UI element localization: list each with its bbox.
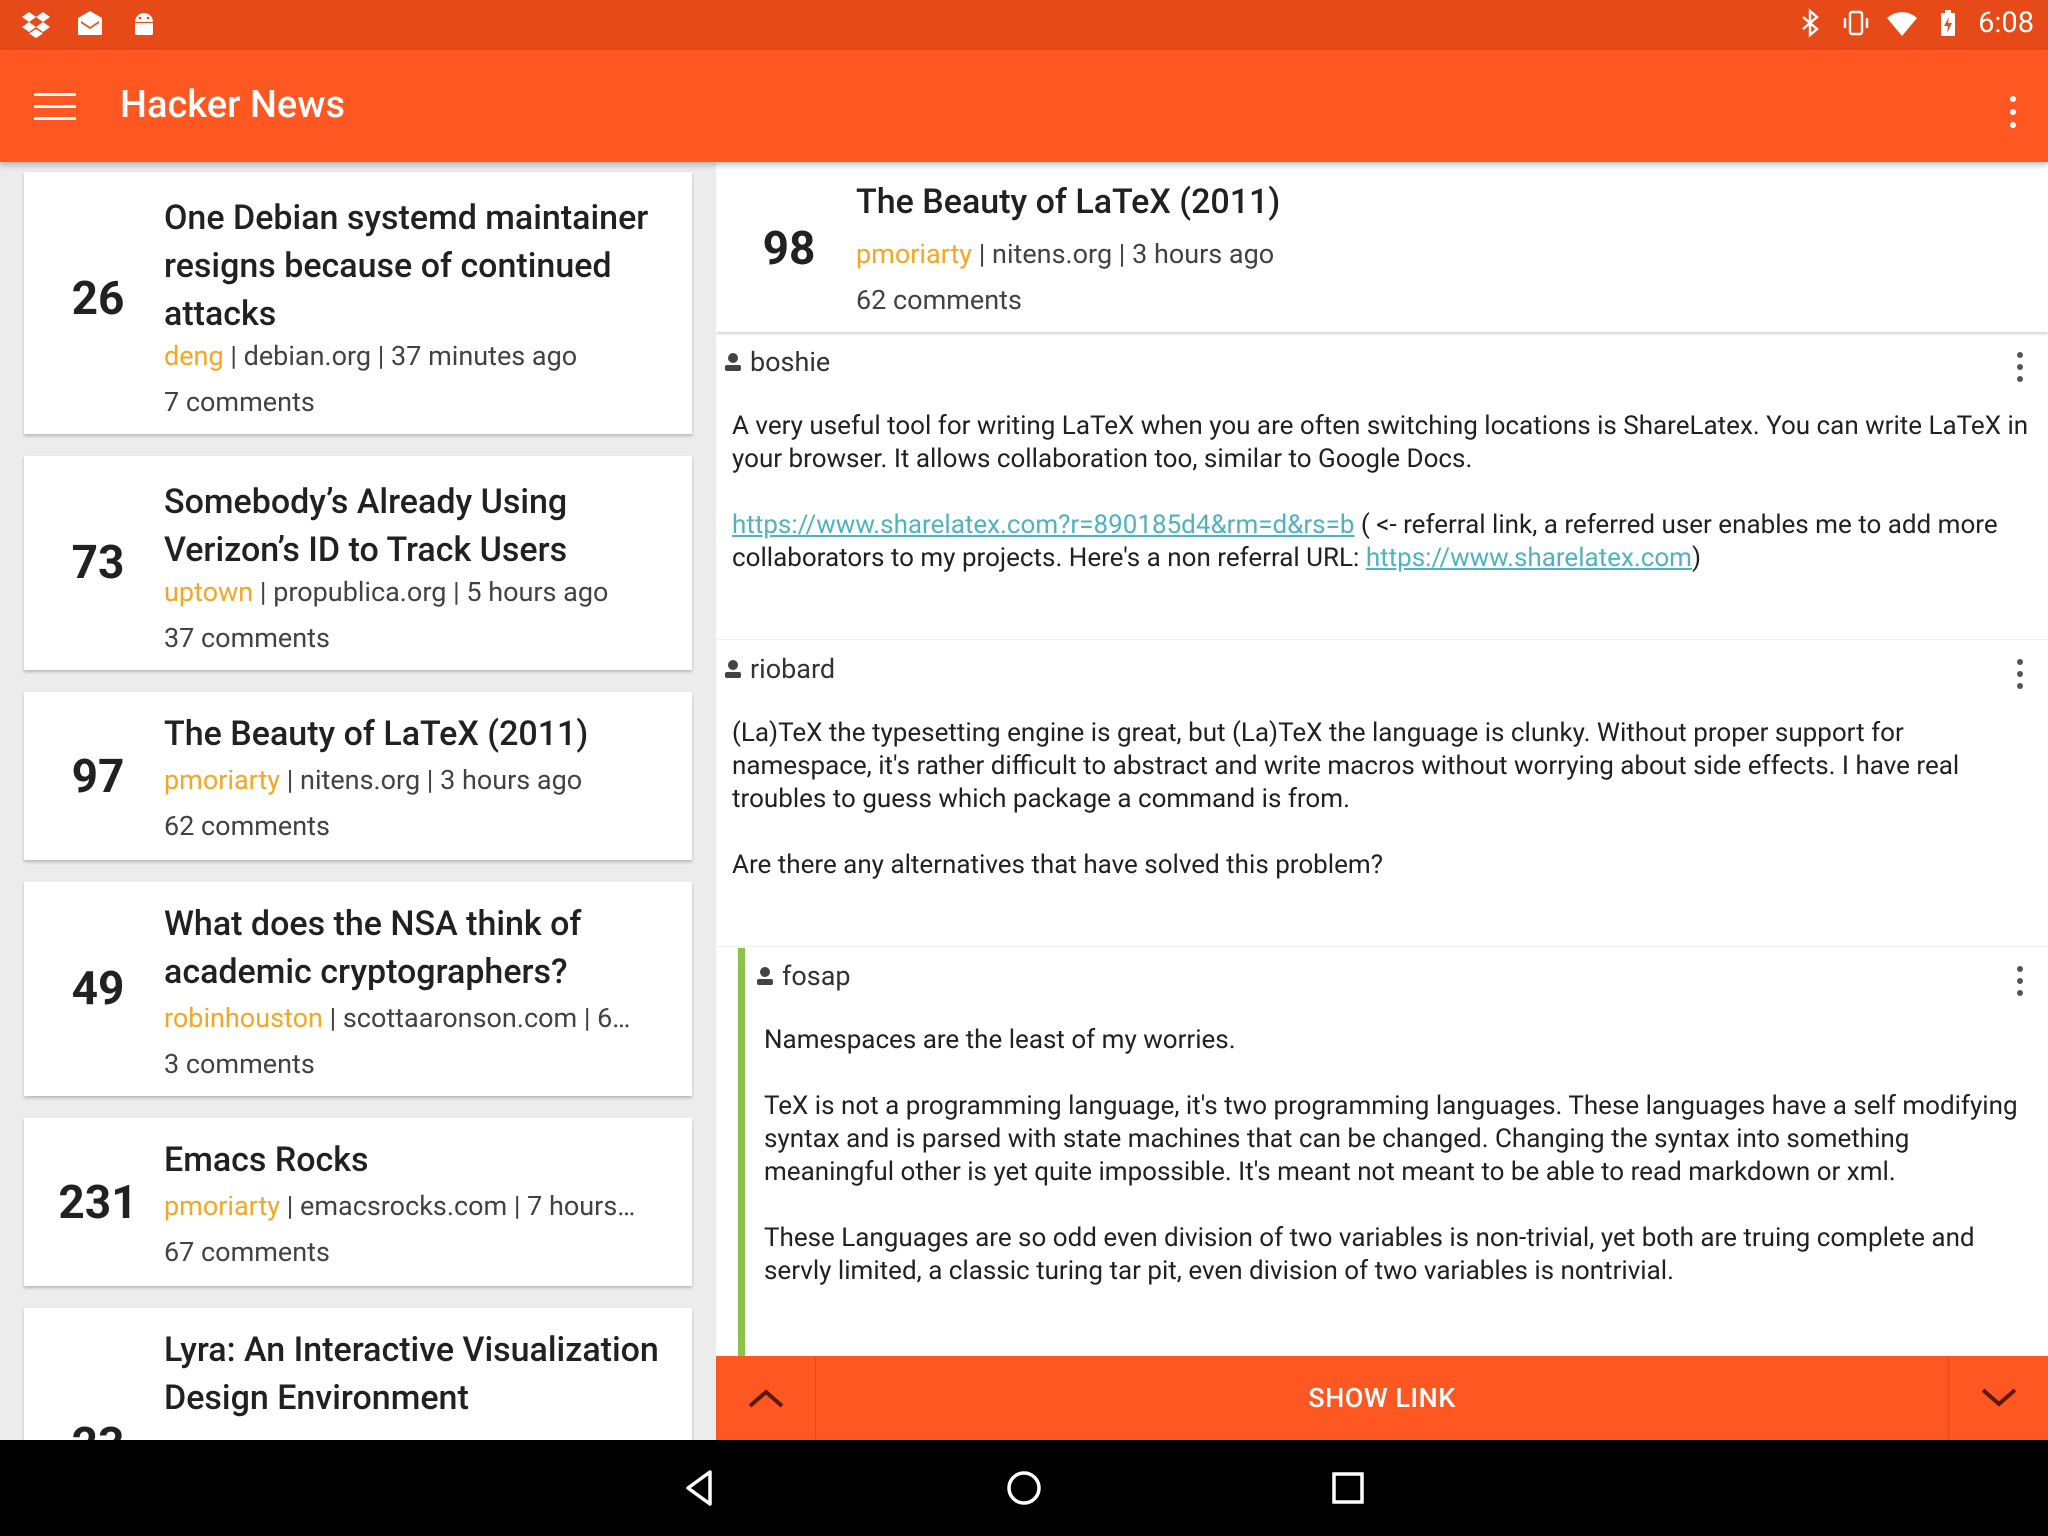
- story-author[interactable]: uptown: [164, 576, 253, 608]
- recents-icon[interactable]: [1324, 1464, 1372, 1512]
- story-detail-pane: 98 The Beauty of LaTeX (2011) pmoriarty …: [716, 162, 2048, 1440]
- home-icon[interactable]: [1000, 1464, 1048, 1512]
- story-author[interactable]: pmoriarty: [164, 764, 280, 796]
- vibrate-icon: [1843, 10, 1869, 36]
- detail-header[interactable]: 98 The Beauty of LaTeX (2011) pmoriarty …: [716, 162, 2048, 332]
- comment: riobard (La)TeX the typesetting engine i…: [716, 641, 2048, 947]
- battery-charging-icon: [1941, 10, 1956, 36]
- story-title: What does the NSA think of academic cryp…: [164, 904, 582, 992]
- story-author[interactable]: robinhouston: [164, 1002, 323, 1034]
- detail-action-bar: SHOW LINK: [716, 1356, 2048, 1440]
- comment-body: Namespaces are the least of my worries. …: [764, 1025, 2018, 1286]
- system-nav-bar: [0, 1440, 2048, 1536]
- story-score: 23: [24, 1418, 172, 1440]
- story-card[interactable]: 97 The Beauty of LaTeX (2011) pmoriarty …: [24, 692, 692, 860]
- comment-overflow-icon[interactable]: [2016, 966, 2024, 1002]
- detail-comment-count: 62 comments: [856, 284, 1022, 316]
- show-link-button[interactable]: SHOW LINK: [816, 1356, 1948, 1440]
- story-title: Somebody’s Already Using Verizon’s ID to…: [164, 482, 568, 570]
- story-meta: pmoriarty | nitens.org | 3 hours ago: [164, 764, 583, 796]
- user-icon: [757, 967, 773, 985]
- story-score: 26: [71, 272, 125, 326]
- story-author[interactable]: deng: [164, 340, 224, 372]
- bluetooth-icon: [1802, 8, 1819, 38]
- detail-title: The Beauty of LaTeX (2011): [856, 182, 1281, 222]
- android-icon: [135, 13, 153, 35]
- story-title: The Beauty of LaTeX (2011): [164, 714, 589, 754]
- story-card[interactable]: 231 Emacs Rocks pmoriarty | emacsrocks.c…: [24, 1118, 692, 1286]
- story-meta: robinhouston | scottaaronson.com | 6…: [164, 1002, 631, 1034]
- comment-author[interactable]: riobard: [724, 653, 835, 685]
- user-icon: [725, 353, 741, 371]
- detail-score: 98: [762, 222, 816, 276]
- dropbox-icon: [22, 12, 50, 38]
- story-meta: uptown | propublica.org | 5 hours ago: [164, 576, 609, 608]
- comment-author[interactable]: boshie: [724, 346, 830, 378]
- detail-meta: pmoriarty | nitens.org | 3 hours ago: [856, 238, 1275, 270]
- story-card[interactable]: 73 Somebody’s Already Using Verizon’s ID…: [24, 456, 692, 670]
- story-author[interactable]: pmoriarty: [164, 1190, 280, 1222]
- previous-comment-button[interactable]: [716, 1356, 816, 1440]
- back-icon[interactable]: [676, 1464, 724, 1512]
- detail-author[interactable]: pmoriarty: [856, 238, 972, 270]
- story-card[interactable]: 26 One Debian systemd maintainer resigns…: [24, 172, 692, 434]
- story-list: 26 One Debian systemd maintainer resigns…: [0, 162, 716, 1440]
- overflow-menu-icon[interactable]: [2008, 96, 2018, 132]
- story-card[interactable]: 49 What does the NSA think of academic c…: [24, 882, 692, 1096]
- hamburger-menu-icon[interactable]: [34, 93, 76, 121]
- story-comments[interactable]: 3 comments: [164, 1048, 315, 1080]
- comment-body: (La)TeX the typesetting engine is great,…: [732, 718, 1960, 880]
- story-title: Emacs Rocks: [164, 1140, 369, 1180]
- comment-link[interactable]: https://www.sharelatex.com: [1366, 543, 1692, 573]
- story-score: 73: [71, 536, 125, 590]
- story-comments[interactable]: 67 comments: [164, 1236, 330, 1268]
- user-icon: [725, 660, 741, 678]
- chevron-up-icon: [748, 1389, 783, 1408]
- chevron-down-icon: [1981, 1388, 2016, 1407]
- story-score: 49: [71, 962, 125, 1016]
- app-bar: Hacker News: [0, 50, 2048, 162]
- story-title: One Debian systemd maintainer resigns be…: [164, 198, 649, 334]
- story-comments[interactable]: 37 comments: [164, 622, 330, 654]
- comment-overflow-icon[interactable]: [2016, 352, 2024, 388]
- story-title: Lyra: An Interactive Visualization Desig…: [164, 1330, 659, 1418]
- story-comments[interactable]: 62 comments: [164, 810, 330, 842]
- story-meta: pmoriarty | emacsrocks.com | 7 hours…: [164, 1190, 636, 1222]
- comment-author[interactable]: fosap: [756, 960, 851, 992]
- story-meta: deng | debian.org | 37 minutes ago: [164, 340, 578, 372]
- story-score: 231: [58, 1176, 138, 1230]
- comment-body: A very useful tool for writing LaTeX whe…: [732, 411, 2029, 573]
- comment-overflow-icon[interactable]: [2016, 659, 2024, 695]
- clock: 6:08: [1978, 6, 2034, 40]
- app-title: Hacker News: [120, 83, 346, 127]
- status-bar: 6:08: [0, 0, 2048, 50]
- mail-icon: [78, 11, 102, 35]
- comment: boshie A very useful tool for writing La…: [716, 334, 2048, 640]
- wifi-icon: [1887, 12, 1918, 36]
- comment-link[interactable]: https://www.sharelatex.com?r=890185d4&rm…: [732, 510, 1354, 540]
- next-comment-button[interactable]: [1948, 1356, 2048, 1440]
- story-card[interactable]: 23 Lyra: An Interactive Visualization De…: [24, 1308, 692, 1440]
- story-comments[interactable]: 7 comments: [164, 386, 315, 418]
- story-score: 97: [71, 750, 125, 804]
